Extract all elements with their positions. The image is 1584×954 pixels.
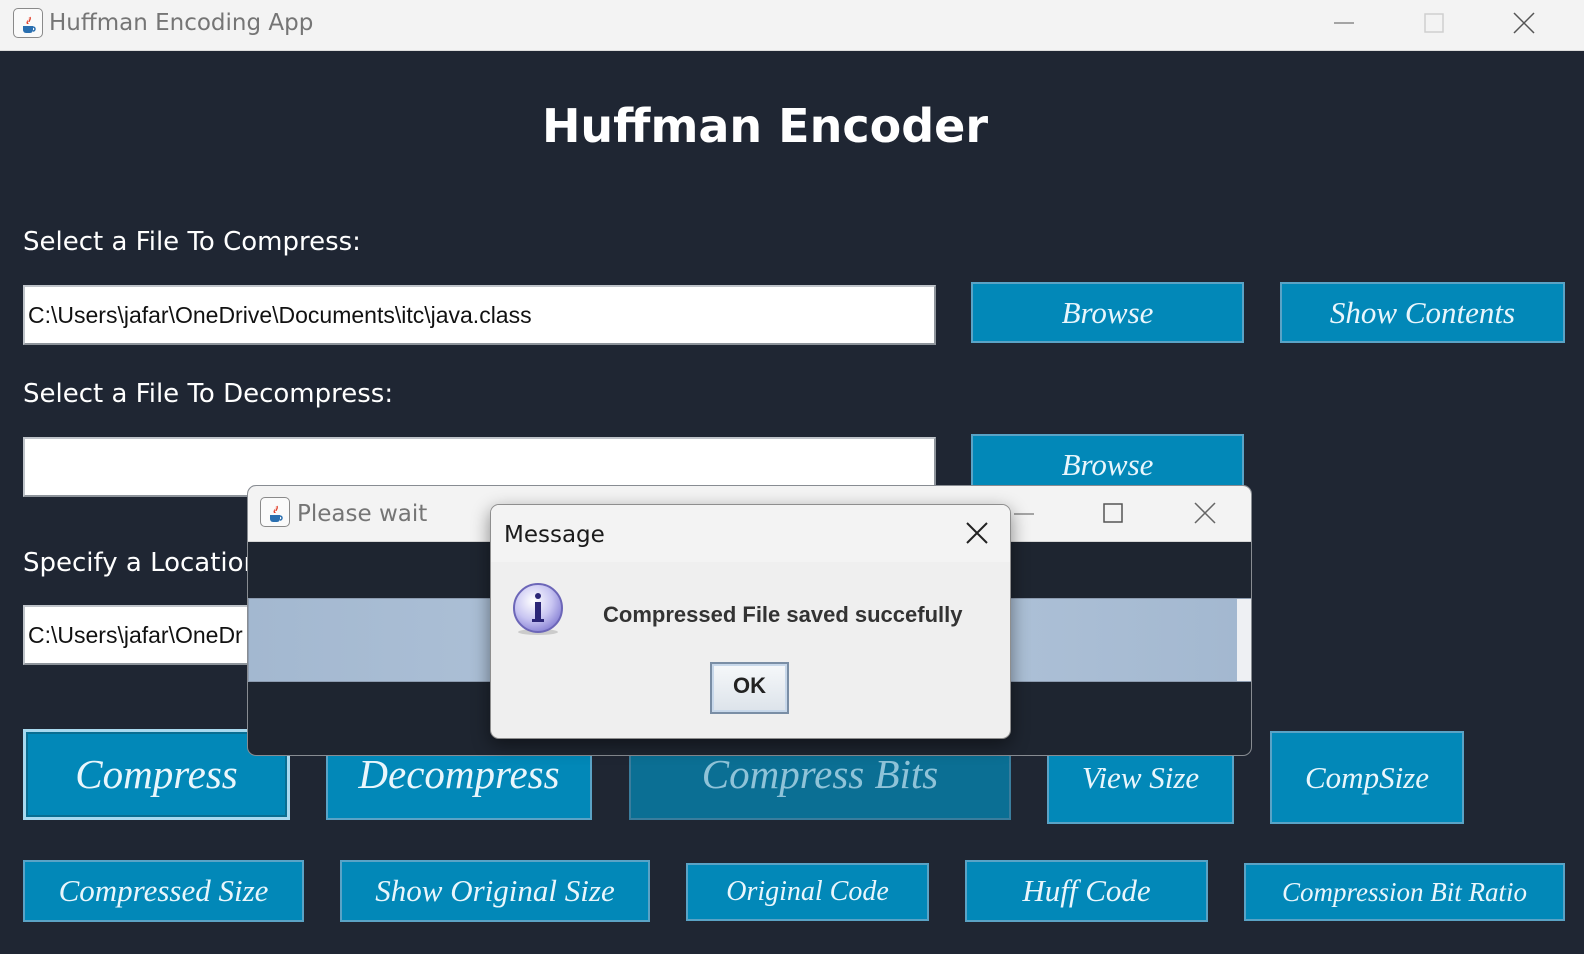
page-title: Huffman Encoder bbox=[541, 99, 989, 153]
maximize-icon bbox=[1103, 503, 1123, 523]
location-label: Specify a Location bbox=[23, 548, 261, 578]
maximize-icon bbox=[1424, 13, 1444, 33]
minimize-button[interactable] bbox=[1326, 8, 1362, 38]
compress-file-input[interactable]: C:\Users\jafar\OneDrive\Documents\itc\ja… bbox=[23, 285, 936, 345]
close-icon bbox=[1513, 12, 1535, 34]
window-title: Huffman Encoding App bbox=[49, 10, 314, 36]
compressed-size-button[interactable]: Compressed Size bbox=[23, 860, 304, 922]
maximize-button[interactable] bbox=[1416, 8, 1452, 38]
wait-minimize-button[interactable] bbox=[1008, 498, 1038, 528]
wait-close-button[interactable] bbox=[1190, 498, 1220, 528]
decompress-file-label: Select a File To Decompress: bbox=[23, 379, 394, 409]
main-title-bar: Huffman Encoding App bbox=[0, 0, 1584, 51]
minimize-icon bbox=[1014, 513, 1034, 515]
close-icon bbox=[966, 522, 988, 544]
show-original-size-button[interactable]: Show Original Size bbox=[340, 860, 650, 922]
message-text: Compressed File saved succefully bbox=[603, 602, 963, 627]
java-app-icon bbox=[13, 8, 43, 38]
close-icon bbox=[1194, 502, 1216, 524]
huff-code-button[interactable]: Huff Code bbox=[965, 860, 1208, 922]
compsize-button[interactable]: CompSize bbox=[1270, 731, 1464, 824]
compression-bit-ratio-button[interactable]: Compression Bit Ratio bbox=[1244, 863, 1565, 921]
minimize-icon bbox=[1334, 22, 1354, 24]
show-contents-button[interactable]: Show Contents bbox=[1280, 282, 1565, 343]
original-code-button[interactable]: Original Code bbox=[686, 863, 929, 921]
please-wait-title: Please wait bbox=[297, 501, 428, 527]
message-dialog-title: Message bbox=[504, 522, 605, 548]
java-app-icon bbox=[260, 497, 290, 527]
message-close-button[interactable] bbox=[963, 519, 991, 547]
ok-button[interactable]: OK bbox=[710, 662, 789, 714]
wait-maximize-button[interactable] bbox=[1098, 498, 1128, 528]
compress-file-label: Select a File To Compress: bbox=[23, 227, 361, 257]
browse-compress-button[interactable]: Browse bbox=[971, 282, 1244, 343]
close-button[interactable] bbox=[1506, 8, 1542, 38]
message-dialog: Message Compressed File saved succefully… bbox=[490, 504, 1011, 739]
info-icon bbox=[511, 582, 565, 636]
